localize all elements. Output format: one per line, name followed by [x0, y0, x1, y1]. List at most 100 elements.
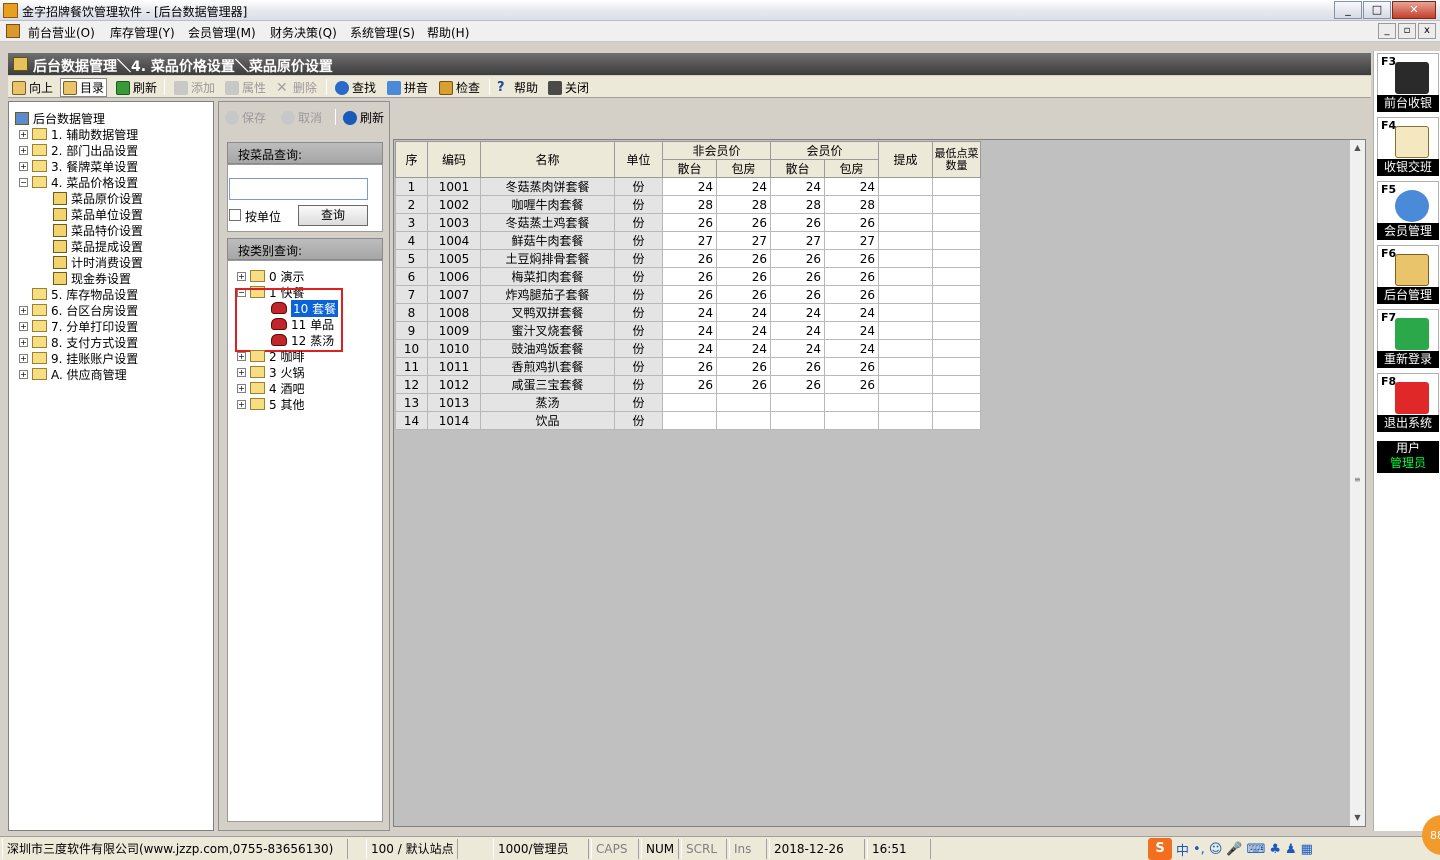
find-button[interactable]: 查找	[333, 78, 378, 97]
cell-unit[interactable]: 份	[614, 411, 663, 430]
refresh-button[interactable]: 刷新	[114, 78, 159, 97]
cell-code[interactable]: 1004	[427, 231, 481, 250]
cell-commission[interactable]	[878, 375, 933, 394]
cell-nonmember-hall[interactable]: 24	[662, 303, 717, 322]
header-code[interactable]: 编码	[427, 141, 481, 178]
cell-commission[interactable]	[878, 285, 933, 304]
by-unit-checkbox[interactable]	[229, 209, 241, 221]
cell-member-hall[interactable]: 26	[770, 213, 825, 232]
cell-member-hall[interactable]: 26	[770, 357, 825, 376]
cell-nonmember-hall[interactable]: 27	[662, 231, 717, 250]
table-row[interactable]: 10 1010 豉油鸡饭套餐份 24 24 24 24	[395, 339, 981, 358]
header-member-room[interactable]: 包房	[824, 159, 879, 178]
cell-nonmember-hall[interactable]	[662, 411, 717, 430]
cell-commission[interactable]	[878, 231, 933, 250]
cell-minimum[interactable]	[932, 177, 981, 196]
cell-commission[interactable]	[878, 249, 933, 268]
tree-item-tables[interactable]: +6. 台区台房设置	[19, 302, 138, 318]
cell-code[interactable]: 1003	[427, 213, 481, 232]
pinyin-button[interactable]: 拼音	[385, 78, 430, 97]
f5-label[interactable]: 会员管理	[1377, 223, 1439, 240]
cell-minimum[interactable]	[932, 267, 981, 286]
cell-minimum[interactable]	[932, 339, 981, 358]
cell-seq[interactable]: 8	[395, 303, 428, 322]
cell-unit[interactable]: 份	[614, 195, 663, 214]
cell-nonmember-hall[interactable]: 26	[662, 375, 717, 394]
table-row[interactable]: 3 1003 冬菇蒸土鸡套餐份 26 26 26 26	[395, 213, 981, 232]
expand-icon[interactable]: +	[19, 161, 28, 171]
cell-nonmember-hall[interactable]: 28	[662, 195, 717, 214]
header-name[interactable]: 名称	[480, 141, 615, 178]
f6-backoffice-button[interactable]: F6	[1377, 245, 1439, 290]
cell-unit[interactable]: 份	[614, 267, 663, 286]
table-row[interactable]: 7 1007 炸鸡腿茄子套餐份 26 26 26 26	[395, 285, 981, 304]
cell-minimum[interactable]	[932, 411, 981, 430]
mdi-child-icon[interactable]	[6, 24, 20, 38]
cell-unit[interactable]: 份	[614, 213, 663, 232]
header-commission[interactable]: 提成	[878, 141, 933, 178]
skin-icon[interactable]: ♟	[1285, 842, 1297, 857]
tree-subitem-unit[interactable]: 菜品单位设置	[53, 206, 143, 222]
menu-help[interactable]: 帮助(H)	[427, 24, 469, 41]
header-member-price[interactable]: 会员价	[770, 141, 879, 160]
cell-code[interactable]: 1001	[427, 177, 481, 196]
cell-code[interactable]: 1008	[427, 303, 481, 322]
toolbox-icon[interactable]: ♣	[1269, 842, 1281, 857]
cell-nonmember-hall[interactable]: 26	[662, 249, 717, 268]
cell-seq[interactable]: 1	[395, 177, 428, 196]
cell-nonmember-room[interactable]: 24	[716, 339, 771, 358]
header-seq[interactable]: 序	[395, 141, 428, 178]
cell-unit[interactable]: 份	[614, 285, 663, 304]
tree-subitem-commission[interactable]: 菜品提成设置	[53, 238, 143, 254]
table-row[interactable]: 9 1009 蜜汁叉烧套餐份 24 24 24 24	[395, 321, 981, 340]
cell-seq[interactable]: 10	[395, 339, 428, 358]
cell-member-hall[interactable]	[770, 411, 825, 430]
cell-commission[interactable]	[878, 393, 933, 412]
f8-label[interactable]: 退出系统	[1377, 415, 1439, 432]
cell-nonmember-hall[interactable]: 24	[662, 339, 717, 358]
cell-name[interactable]: 咖喱牛肉套餐	[480, 195, 615, 214]
f3-cashier-button[interactable]: F3	[1377, 53, 1439, 98]
cell-nonmember-room[interactable]	[716, 393, 771, 412]
close-button[interactable]: 关闭	[546, 78, 591, 97]
cell-unit[interactable]: 份	[614, 375, 663, 394]
cell-name[interactable]: 咸蛋三宝套餐	[480, 375, 615, 394]
cell-nonmember-hall[interactable]: 24	[662, 321, 717, 340]
cell-nonmember-room[interactable]: 26	[716, 285, 771, 304]
category-demo[interactable]: +0 演示	[237, 268, 304, 284]
cell-minimum[interactable]	[932, 195, 981, 214]
table-row[interactable]: 14 1014 饮品份	[395, 411, 981, 430]
up-button[interactable]: 向上	[10, 78, 55, 97]
f5-members-button[interactable]: F5	[1377, 181, 1439, 226]
mdi-minimize-button[interactable]: _	[1378, 23, 1396, 39]
cell-name[interactable]: 蜜汁叉烧套餐	[480, 321, 615, 340]
cell-commission[interactable]	[878, 321, 933, 340]
cell-nonmember-room[interactable]: 26	[716, 375, 771, 394]
cell-commission[interactable]	[878, 195, 933, 214]
cell-nonmember-room[interactable]	[716, 411, 771, 430]
query-button[interactable]: 查询	[298, 205, 368, 226]
cell-unit[interactable]: 份	[614, 339, 663, 358]
cell-member-room[interactable]: 24	[824, 177, 879, 196]
cell-seq[interactable]: 13	[395, 393, 428, 412]
cell-nonmember-room[interactable]: 28	[716, 195, 771, 214]
cell-minimum[interactable]	[932, 213, 981, 232]
cell-seq[interactable]: 7	[395, 285, 428, 304]
cell-member-room[interactable]: 24	[824, 339, 879, 358]
header-nonmember-room[interactable]: 包房	[716, 159, 771, 178]
cell-member-hall[interactable]: 27	[770, 231, 825, 250]
cell-member-hall[interactable]: 24	[770, 303, 825, 322]
cell-nonmember-hall[interactable]: 26	[662, 267, 717, 286]
minimize-button[interactable]: _	[1334, 1, 1362, 19]
tree-subitem-timed[interactable]: 计时消费设置	[53, 254, 143, 270]
cell-nonmember-room[interactable]: 26	[716, 267, 771, 286]
cell-unit[interactable]: 份	[614, 321, 663, 340]
directory-button[interactable]: 目录	[60, 78, 108, 97]
cell-nonmember-room[interactable]: 27	[716, 231, 771, 250]
cell-commission[interactable]	[878, 357, 933, 376]
cell-name[interactable]: 梅菜扣肉套餐	[480, 267, 615, 286]
cell-name[interactable]: 豉油鸡饭套餐	[480, 339, 615, 358]
microphone-icon[interactable]: 🎤	[1226, 842, 1242, 857]
keyboard-icon[interactable]: ⌨	[1247, 842, 1266, 857]
cell-minimum[interactable]	[932, 375, 981, 394]
